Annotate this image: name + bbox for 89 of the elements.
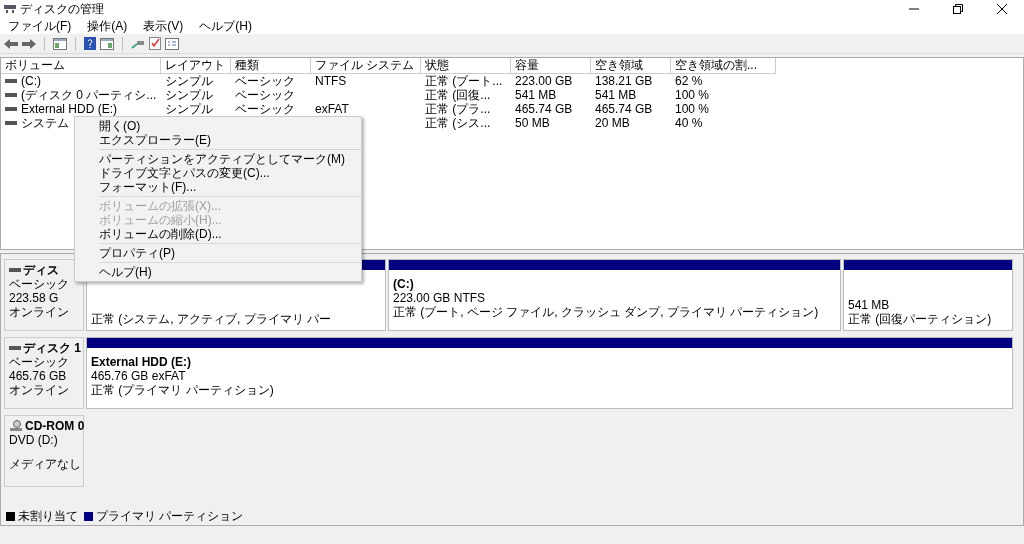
partition-info: 正常 (ブート, ページ ファイル, クラッシュ ダンプ, プライマリ パーティション) bbox=[393, 305, 820, 319]
table-cell: 正常 (回復... bbox=[425, 88, 491, 102]
disk-label-panel[interactable]: ディスク 1 ベーシック 465.76 GB オンライン bbox=[4, 337, 84, 409]
column-header[interactable]: 状態 bbox=[421, 58, 511, 74]
context-menu-item[interactable]: エクスプローラー(E) bbox=[75, 133, 361, 147]
disk-label-panel[interactable]: ディス ベーシック 223.58 G オンライン bbox=[4, 259, 84, 331]
disk-info: DVD (D:) bbox=[9, 433, 59, 447]
partition-info: 541 MB bbox=[848, 298, 891, 312]
minimize-icon bbox=[909, 8, 919, 10]
table-cell: 465.74 GB bbox=[595, 102, 653, 116]
table-cell: (ディスク 0 パーティシ... bbox=[21, 88, 157, 102]
table-cell: ベーシック bbox=[235, 88, 295, 102]
disk-info: メディアなし bbox=[9, 457, 82, 471]
table-cell: シンプル bbox=[165, 102, 213, 116]
table-cell: シンプル bbox=[165, 88, 213, 102]
partition-info: 正常 (回復パーティション) bbox=[848, 312, 993, 326]
window-title: ディスクの管理 bbox=[20, 1, 104, 18]
disk-info: オンライン bbox=[9, 305, 70, 319]
partition-info: 正常 (プライマリ パーティション) bbox=[91, 383, 275, 397]
table-cell: ベーシック bbox=[235, 74, 295, 88]
partition-info: 465.76 GB exFAT bbox=[91, 369, 187, 383]
legend-label: 未割り当て bbox=[18, 508, 78, 525]
disk-info: 223.58 G bbox=[9, 291, 60, 305]
context-menu-item[interactable]: フォーマット(F)... bbox=[99, 180, 361, 194]
disk-info: オンライン bbox=[9, 383, 70, 397]
column-header[interactable]: 空き領域 bbox=[591, 58, 671, 74]
context-menu-item[interactable]: パーティションをアクティブとしてマーク(M) bbox=[99, 152, 361, 166]
disk-name: ディスク 1 bbox=[23, 341, 81, 355]
partition-block[interactable]: 541 MB 正常 (回復パーティション) bbox=[843, 259, 1013, 331]
context-menu-item[interactable]: ボリュームの削除(D)... bbox=[99, 227, 361, 241]
table-cell: 正常 (プラ... bbox=[425, 102, 491, 116]
disk-info: ベーシック bbox=[9, 355, 70, 369]
back-arrow-icon[interactable] bbox=[4, 38, 18, 49]
table-cell: 正常 (シス... bbox=[425, 116, 491, 130]
menu-item[interactable]: 表示(V) bbox=[139, 17, 188, 35]
context-menu-item[interactable]: ヘルプ(H) bbox=[99, 265, 361, 279]
table-cell: NTFS bbox=[315, 74, 347, 88]
disk-name: ディス bbox=[23, 263, 59, 277]
column-header[interactable]: ファイル システム bbox=[311, 58, 421, 74]
table-cell: 正常 (ブート... bbox=[425, 74, 503, 88]
table-cell: 541 MB bbox=[515, 88, 557, 102]
menu-item[interactable]: ヘルプ(H) bbox=[195, 17, 256, 35]
forward-arrow-icon[interactable] bbox=[22, 38, 36, 49]
menu-item[interactable]: ファイル(F) bbox=[4, 17, 76, 35]
column-header[interactable]: 種類 bbox=[231, 58, 311, 74]
partition-block[interactable]: External HDD (E:) 465.76 GB exFAT 正常 (プライマリ パーティション) bbox=[86, 337, 1013, 409]
table-cell: 62 % bbox=[675, 74, 703, 88]
partition-block[interactable]: (C:) 223.00 GB NTFS 正常 (ブート, ページ ファイル, クラッシュ ダンプ, プライマリ パーティション) bbox=[388, 259, 841, 331]
partition-info: 223.00 GB NTFS bbox=[393, 291, 487, 305]
column-header[interactable]: 容量 bbox=[511, 58, 591, 74]
column-header[interactable]: ボリューム bbox=[1, 58, 161, 74]
table-cell: 50 MB bbox=[515, 116, 550, 130]
table-cell: システム bbox=[21, 116, 69, 130]
table-cell: 100 % bbox=[675, 102, 710, 116]
table-cell: 541 MB bbox=[595, 88, 637, 102]
table-cell: 100 % bbox=[675, 88, 710, 102]
cd-drive-icon bbox=[9, 420, 23, 432]
partition-info: 正常 (システム, アクティブ, プライマリ パー bbox=[91, 312, 332, 326]
table-cell: シンプル bbox=[165, 74, 213, 88]
context-menu-item[interactable]: プロパティ(P) bbox=[99, 246, 361, 260]
disk-label-panel[interactable]: CD-ROM 0 DVD (D:) メディアなし bbox=[4, 415, 84, 487]
partition-name: External HDD (E:) bbox=[91, 355, 192, 369]
partition-name: (C:) bbox=[393, 277, 415, 291]
app-icon bbox=[4, 4, 16, 14]
column-header[interactable]: 空き領域の割... bbox=[671, 58, 776, 74]
checklist-icon[interactable] bbox=[149, 37, 161, 50]
legend-label: プライマリ パーティション bbox=[96, 508, 244, 525]
table-cell: ベーシック bbox=[235, 102, 295, 116]
table-cell: 138.21 GB bbox=[595, 74, 653, 88]
table-cell: exFAT bbox=[315, 102, 349, 116]
console-tree-icon[interactable] bbox=[53, 37, 67, 50]
context-menu-item[interactable]: 開く(O) bbox=[75, 119, 361, 133]
disk-info: ベーシック bbox=[9, 277, 70, 291]
table-cell: 223.00 GB bbox=[515, 74, 573, 88]
disk-info: 465.76 GB bbox=[9, 369, 68, 383]
table-cell: 20 MB bbox=[595, 116, 630, 130]
disk-name: CD-ROM 0 bbox=[25, 419, 85, 433]
column-header[interactable]: レイアウト bbox=[161, 58, 231, 74]
table-cell: (C:) bbox=[21, 74, 41, 88]
restore-icon bbox=[953, 4, 963, 14]
menu-item[interactable]: 操作(A) bbox=[83, 17, 132, 35]
table-cell: 40 % bbox=[675, 116, 703, 130]
close-icon bbox=[997, 4, 1007, 14]
list-icon[interactable] bbox=[165, 37, 179, 50]
panel-icon[interactable] bbox=[100, 37, 114, 50]
context-menu-item[interactable]: ドライブ文字とパスの変更(C)... bbox=[99, 166, 361, 180]
table-cell: External HDD (E:) bbox=[21, 102, 118, 116]
help-icon[interactable] bbox=[84, 37, 96, 50]
table-cell: 465.74 GB bbox=[515, 102, 573, 116]
